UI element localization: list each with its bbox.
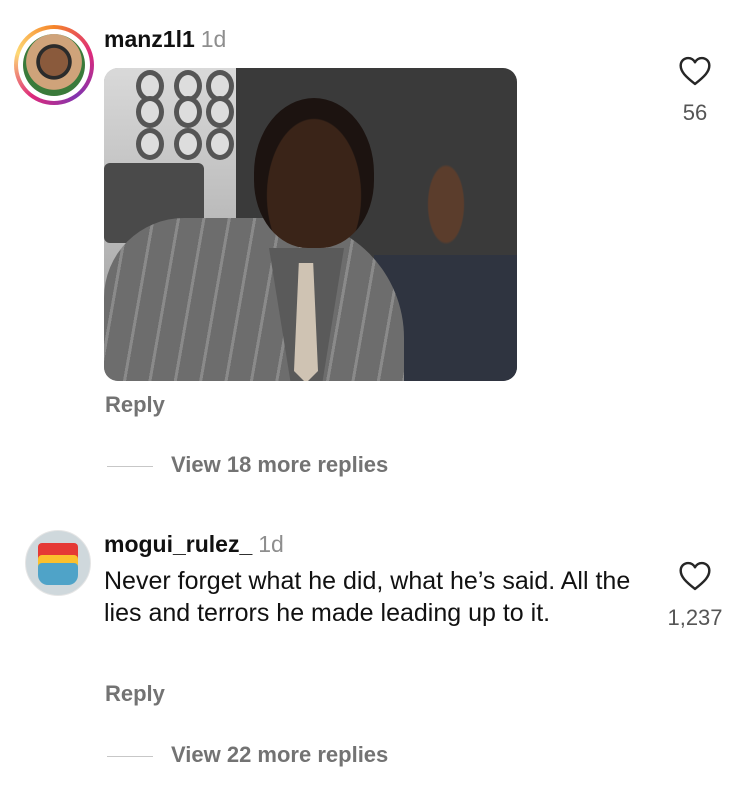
comment-2: mogui_rulez_ 1d Never forget what he did,… (0, 0, 750, 806)
reply-button[interactable]: Reply (105, 681, 165, 707)
like-count: 1,237 (667, 605, 723, 630)
avatar-cup (38, 563, 78, 585)
like-control: 1,237 (650, 561, 740, 631)
username[interactable]: mogui_rulez_ (104, 531, 252, 557)
divider-line (107, 755, 153, 757)
view-replies-button[interactable]: View 22 more replies (107, 742, 388, 768)
avatar[interactable] (25, 530, 91, 596)
timestamp: 1d (258, 531, 284, 557)
heart-outline-icon[interactable] (678, 561, 712, 591)
comment-header: mogui_rulez_ 1d (104, 531, 284, 558)
view-replies-label: View 22 more replies (171, 742, 389, 767)
comment-text: Never forget what he did, what he’s said… (104, 567, 631, 627)
